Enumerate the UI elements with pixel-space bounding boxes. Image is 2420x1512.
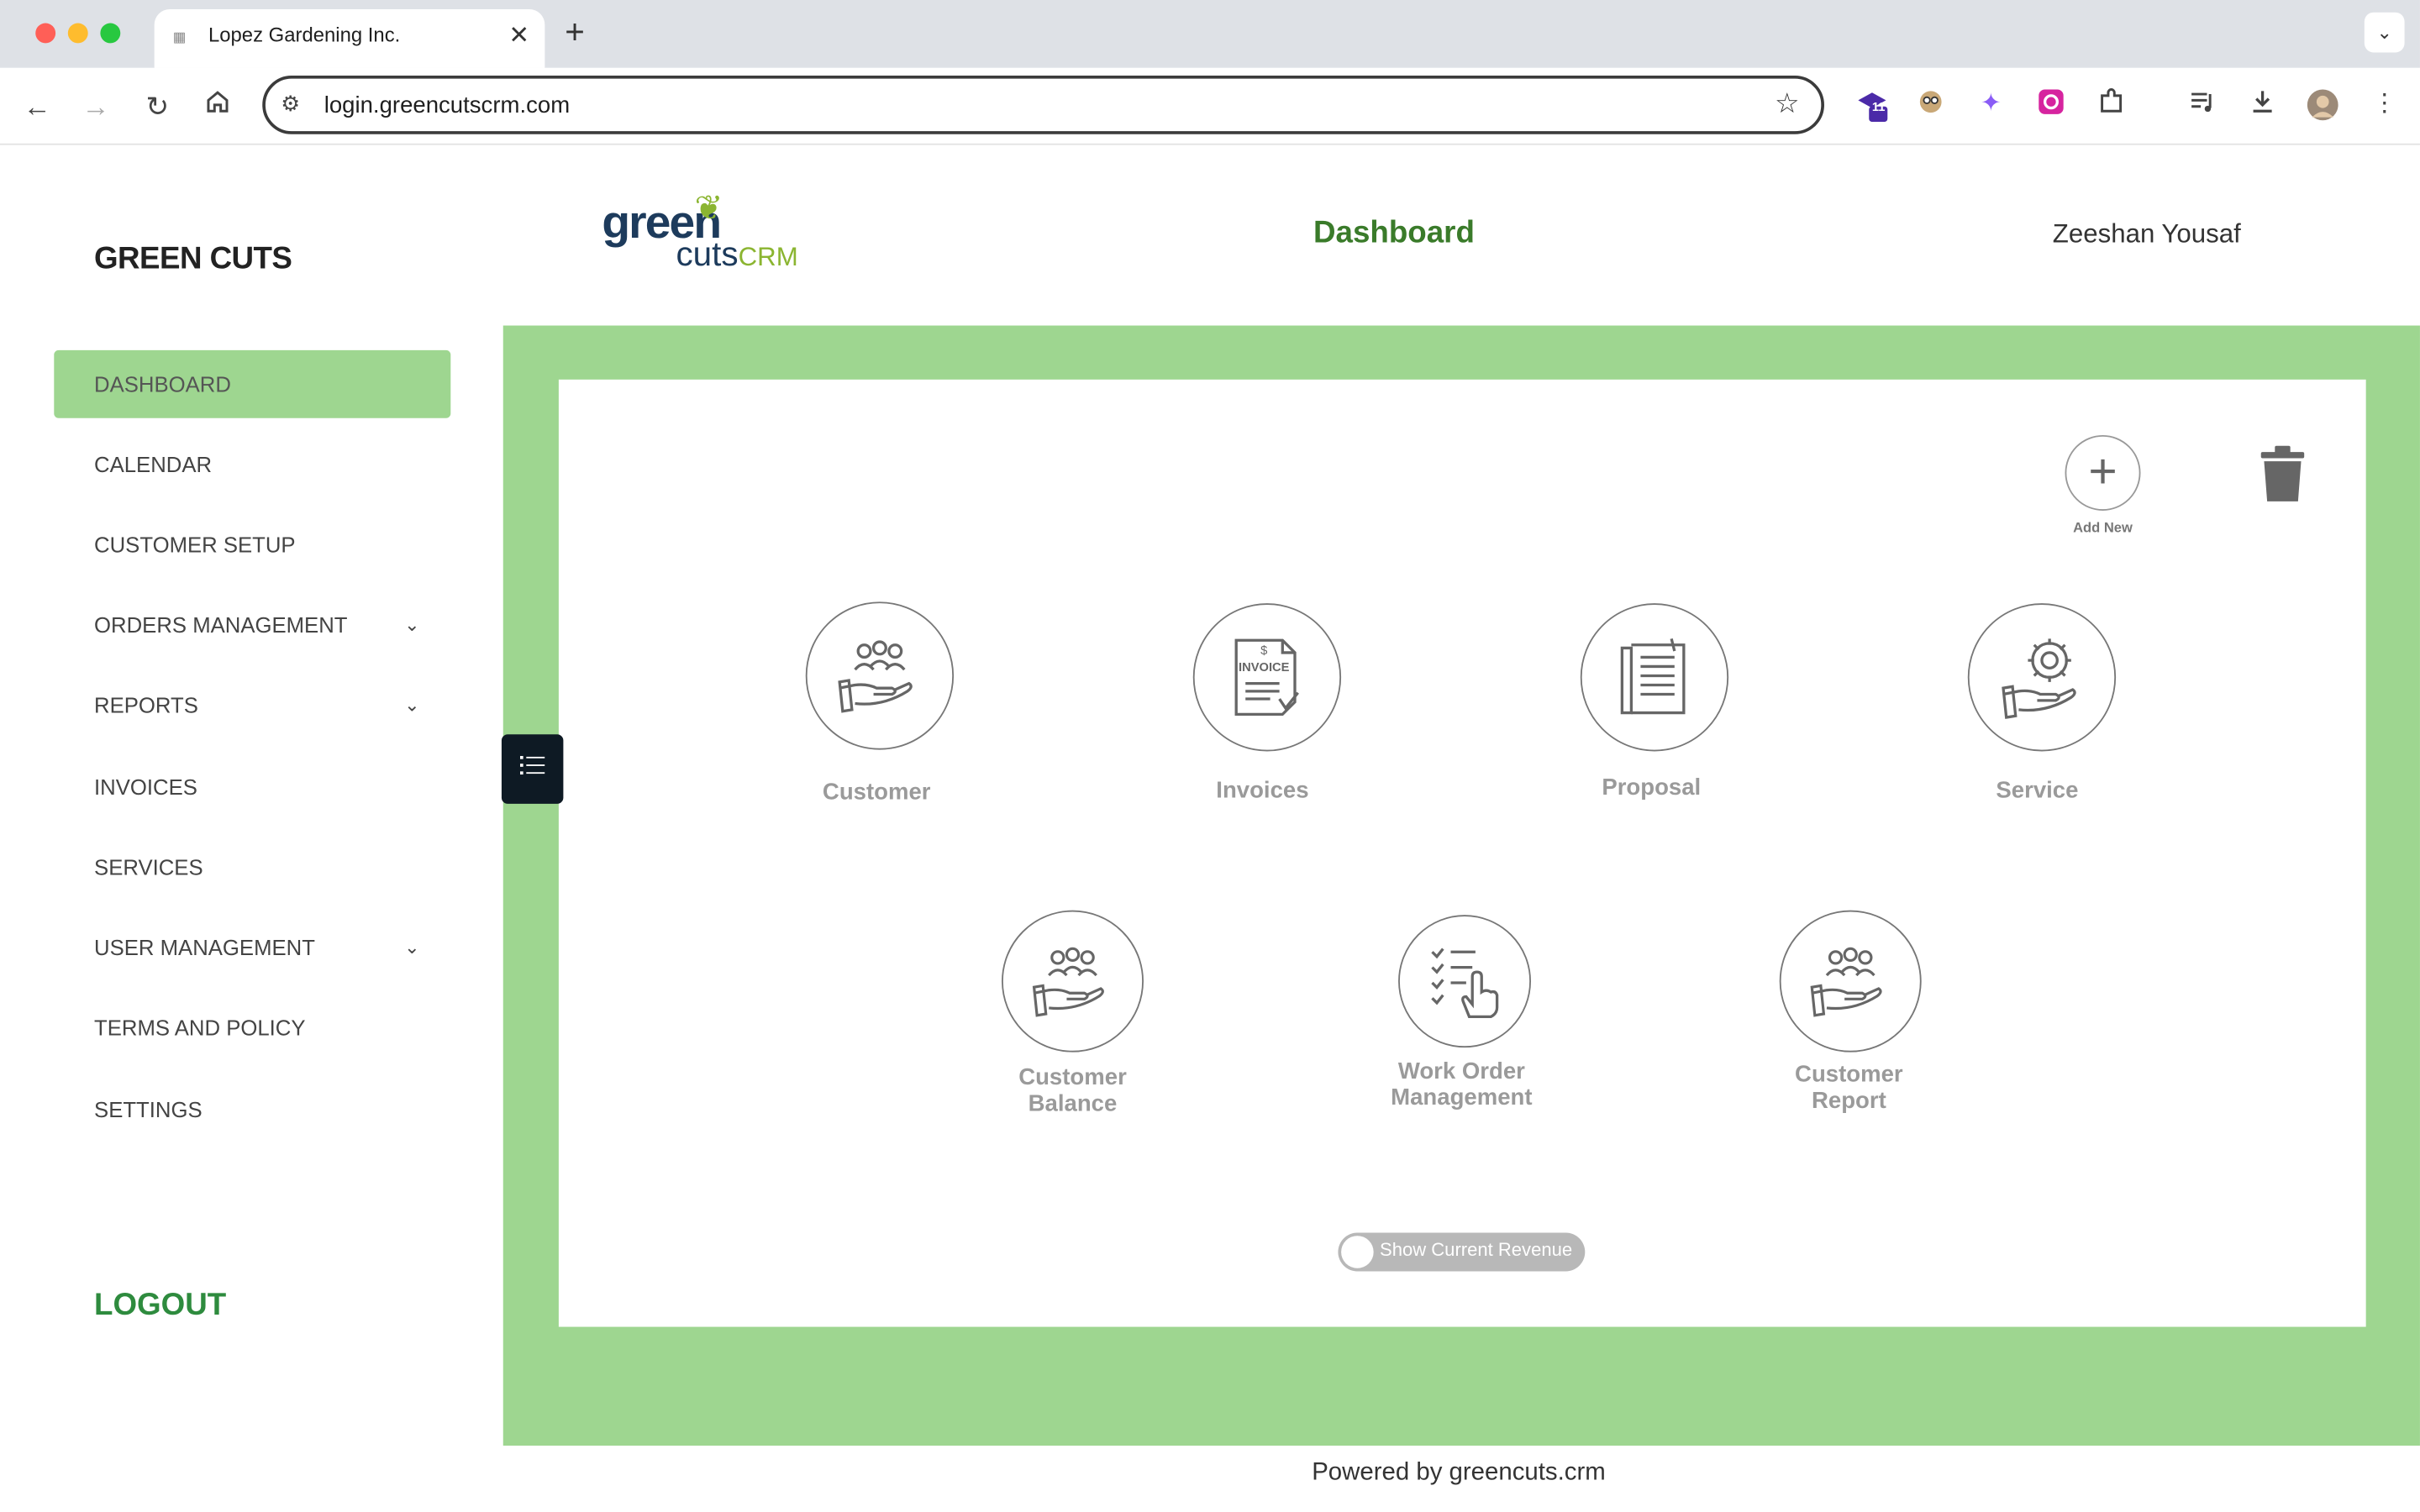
- footer-text: Powered by greencuts.crm: [1312, 1459, 1606, 1486]
- service-label[interactable]: Service: [1948, 778, 2127, 804]
- add-new-button[interactable]: +: [2065, 434, 2141, 511]
- logout-button[interactable]: LOGOUT: [94, 1289, 226, 1324]
- service-icon: [2002, 638, 2076, 719]
- sidebar-item-label: TERMS AND POLICY: [94, 1015, 306, 1040]
- bookmark-star-icon[interactable]: ☆: [1775, 88, 1800, 121]
- close-tab-icon[interactable]: ✕: [508, 20, 529, 51]
- sidebar-item-reports[interactable]: REPORTS ⌄: [54, 671, 450, 739]
- logo-cuts-wrap: cutsCRM: [676, 234, 797, 275]
- leaf-icon: ❦: [694, 188, 723, 227]
- close-window-button[interactable]: [35, 23, 56, 44]
- customer-icon: [838, 640, 913, 713]
- sidebar-item-invoices[interactable]: INVOICES: [54, 753, 450, 821]
- customer-label[interactable]: Customer: [787, 780, 966, 806]
- home-icon[interactable]: [199, 88, 236, 125]
- downloads-icon[interactable]: [2245, 88, 2279, 122]
- maximize-window-button[interactable]: [100, 23, 121, 44]
- sidebar-item-label: REPORTS: [94, 692, 198, 718]
- greencuts-logo[interactable]: green ❦ cutsCRM: [602, 188, 797, 273]
- invoice-icon-text: INVOICE: [1239, 661, 1290, 675]
- add-new-label: Add New: [2073, 519, 2133, 536]
- invoices-tile[interactable]: $ INVOICE: [1192, 603, 1342, 752]
- sidebar-item-user-management[interactable]: USER MANAGEMENT ⌄: [54, 913, 450, 981]
- show-revenue-toggle[interactable]: Show Current Revenue: [1338, 1232, 1586, 1272]
- sidebar-item-customer-setup[interactable]: CUSTOMER SETUP: [54, 511, 450, 579]
- sidebar-item-label: SETTINGS: [94, 1096, 203, 1122]
- sidebar-item-calendar[interactable]: CALENDAR: [54, 430, 450, 498]
- invoices-label[interactable]: Invoices: [1173, 778, 1352, 804]
- customer-report-label[interactable]: Customer Report: [1756, 1062, 1941, 1114]
- new-tab-button[interactable]: +: [565, 13, 585, 51]
- forward-icon[interactable]: →: [77, 88, 114, 125]
- browser-tab[interactable]: ▦ Lopez Gardening Inc. ✕: [154, 9, 545, 68]
- extension-graduation-icon[interactable]: 11: [1855, 88, 1889, 123]
- address-bar[interactable]: ⚙ login.greencutscrm.com ☆: [262, 75, 1824, 134]
- sidebar-item-label: DASHBOARD: [94, 371, 231, 397]
- sidebar-item-label: CUSTOMER SETUP: [94, 532, 296, 558]
- tab-search-button[interactable]: ⌄: [2364, 12, 2405, 53]
- favicon-icon: ▦: [172, 29, 187, 45]
- proposal-tile[interactable]: [1580, 603, 1729, 752]
- proposal-icon: [1620, 638, 1686, 715]
- sidebar-item-label: INVOICES: [94, 774, 197, 800]
- media-control-icon[interactable]: [2186, 88, 2219, 122]
- toggle-knob: [1341, 1236, 1374, 1268]
- sidebar-item-label: USER MANAGEMENT: [94, 935, 315, 960]
- customer-report-icon: [1810, 947, 1882, 1017]
- sidebar-toggle-button[interactable]: [501, 734, 564, 804]
- sidebar-item-label: ORDERS MANAGEMENT: [94, 612, 348, 638]
- proposal-label[interactable]: Proposal: [1562, 774, 1741, 801]
- tab-title: Lopez Gardening Inc.: [208, 23, 401, 47]
- chevron-down-icon: ⌄: [404, 694, 420, 717]
- minimize-window-button[interactable]: [67, 23, 88, 44]
- sidebar-item-orders-management[interactable]: ORDERS MANAGEMENT ⌄: [54, 591, 450, 659]
- extension-sparkle-icon[interactable]: ✦: [1974, 88, 2007, 122]
- browser-tabstrip: ▦ Lopez Gardening Inc. ✕ + ⌄: [0, 0, 2420, 68]
- back-icon[interactable]: ←: [18, 88, 55, 125]
- customer-tile[interactable]: [805, 601, 955, 750]
- extensions-puzzle-icon[interactable]: [2094, 88, 2128, 122]
- trash-icon[interactable]: [2256, 444, 2308, 511]
- url-text: login.greencutscrm.com: [324, 92, 571, 119]
- customer-balance-icon: [1032, 947, 1104, 1017]
- page-title: Dashboard: [1313, 216, 1475, 250]
- browser-menu-icon[interactable]: ⋮: [2367, 88, 2401, 122]
- sidebar-brand: GREEN CUTS: [94, 242, 292, 276]
- work-order-management-tile[interactable]: [1398, 915, 1532, 1048]
- site-settings-icon[interactable]: ⚙: [281, 91, 300, 117]
- sidebar-item-services[interactable]: SERVICES: [54, 833, 450, 901]
- invoice-icon: $ INVOICE: [1234, 638, 1299, 717]
- extension-face-icon[interactable]: [1914, 88, 1948, 122]
- user-name[interactable]: Zeeshan Yousaf: [2053, 219, 2241, 250]
- browser-toolbar: ← → ↻ ⚙ login.greencutscrm.com ☆ 11 ✦ ⋮: [0, 67, 2420, 145]
- sidebar-item-label: SERVICES: [94, 854, 203, 879]
- sidebar-item-label: CALENDAR: [94, 452, 213, 477]
- customer-balance-label[interactable]: Customer Balance: [980, 1064, 1165, 1116]
- sidebar-item-settings[interactable]: SETTINGS: [54, 1075, 450, 1143]
- work-order-management-label[interactable]: Work Order Management: [1369, 1058, 1554, 1110]
- logo-crm-text: CRM: [738, 242, 798, 272]
- reload-icon[interactable]: ↻: [139, 88, 176, 125]
- customer-report-tile[interactable]: [1779, 910, 1922, 1053]
- customer-balance-tile[interactable]: [1002, 910, 1144, 1053]
- extension-camera-icon[interactable]: [2034, 88, 2068, 122]
- service-tile[interactable]: [1967, 603, 2117, 752]
- profile-avatar[interactable]: [2306, 88, 2339, 122]
- list-icon: [519, 755, 545, 775]
- logo-cuts-text: cuts: [676, 234, 739, 274]
- sidebar-item-terms-and-policy[interactable]: TERMS AND POLICY: [54, 994, 450, 1062]
- svg-text:$: $: [1260, 644, 1267, 658]
- chevron-down-icon: ⌄: [404, 936, 420, 958]
- sidebar-item-dashboard[interactable]: DASHBOARD: [54, 349, 451, 418]
- show-revenue-label: Show Current Revenue: [1380, 1238, 1573, 1261]
- work-order-icon: [1431, 948, 1499, 1019]
- extension-badge: 11: [1871, 100, 1886, 114]
- chevron-down-icon: ⌄: [404, 614, 420, 636]
